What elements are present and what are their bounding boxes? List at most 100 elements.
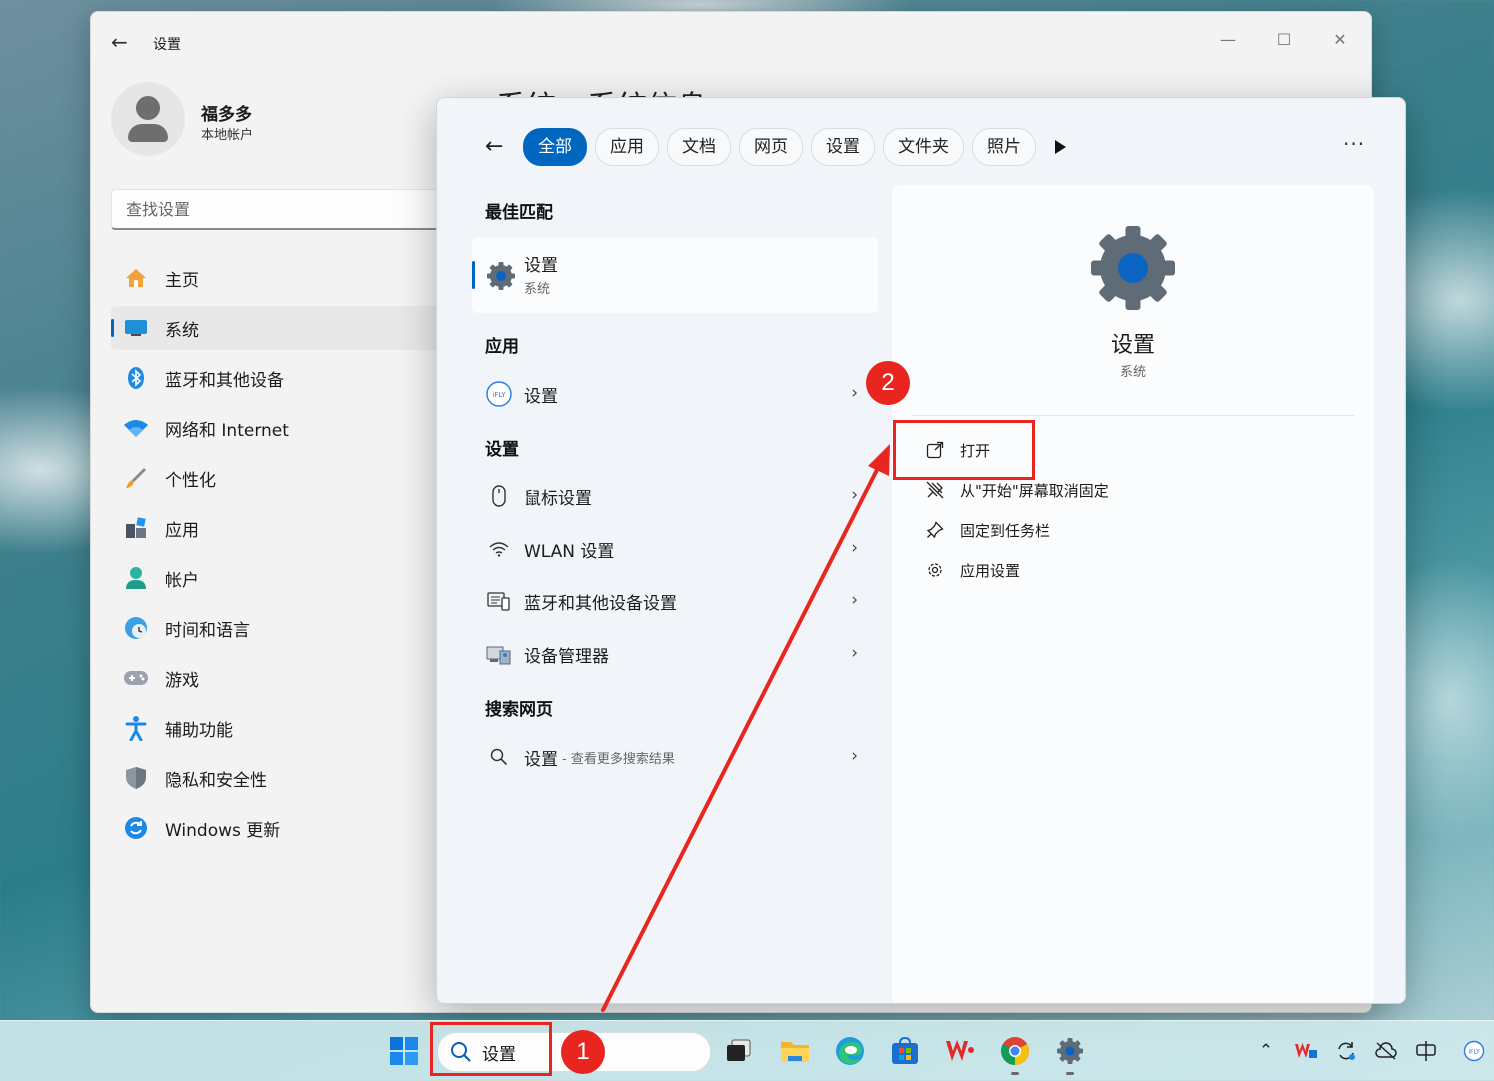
sidebar-item-home[interactable]: 主页 <box>111 256 451 300</box>
chevron-right-icon[interactable]: › <box>851 590 858 610</box>
gamepad-icon <box>123 665 149 691</box>
result-sub-label: - 查看更多搜索结果 <box>562 751 675 767</box>
wps-button[interactable] <box>942 1033 978 1069</box>
chrome-icon <box>1001 1037 1029 1065</box>
sidebar-item-label: 时间和语言 <box>165 620 250 641</box>
action-pin-taskbar[interactable]: 固定到任务栏 <box>924 515 1050 545</box>
store-button[interactable] <box>887 1033 923 1069</box>
more-filters-play-icon[interactable] <box>1055 140 1066 154</box>
filter-tab-photos[interactable]: 照片 <box>972 128 1036 166</box>
sidebar-item-label: 主页 <box>165 270 199 291</box>
store-icon <box>892 1036 918 1064</box>
system-icon <box>123 315 149 341</box>
sidebar-item-accounts[interactable]: 帐户 <box>111 556 451 600</box>
sidebar-item-gaming[interactable]: 游戏 <box>111 656 451 700</box>
back-button[interactable]: ← <box>111 32 133 54</box>
filter-tab-documents[interactable]: 文档 <box>667 128 731 166</box>
sidebar-item-personalization[interactable]: 个性化 <box>111 456 451 500</box>
close-button[interactable]: ✕ <box>1317 22 1363 58</box>
filter-tab-all[interactable]: 全部 <box>523 128 587 166</box>
svg-text:iFLY: iFLY <box>492 391 506 399</box>
settings-result-device-manager[interactable]: 设备管理器 › <box>472 632 878 676</box>
best-match-result[interactable]: 设置 系统 <box>472 237 878 313</box>
sidebar-nav: 主页 系统 蓝牙和其他设备 网络和 Internet 个性化 应用 帐户 时间和… <box>111 256 451 856</box>
step-badge-2: 2 <box>866 361 910 405</box>
sidebar-item-accessibility[interactable]: 辅助功能 <box>111 706 451 750</box>
sidebar-item-label: 个性化 <box>165 470 216 491</box>
sidebar-item-network[interactable]: 网络和 Internet <box>111 406 451 450</box>
windows-logo-icon <box>390 1037 418 1065</box>
app-result-settings[interactable]: iFLY 设置 › <box>472 372 878 416</box>
pin-icon <box>924 519 946 541</box>
wps-tray-icon[interactable] <box>1292 1037 1320 1065</box>
settings-result-mouse[interactable]: 鼠标设置 › <box>472 474 878 518</box>
avatar-body-shape <box>128 124 168 142</box>
settings-result-bluetooth-devices[interactable]: 蓝牙和其他设备设置 › <box>472 579 878 623</box>
bluetooth-icon <box>123 365 149 391</box>
minimize-button[interactable]: — <box>1205 22 1251 58</box>
maximize-button[interactable]: ☐ <box>1261 22 1307 58</box>
settings-search-box <box>111 189 453 230</box>
chevron-right-icon[interactable]: › <box>851 383 858 403</box>
filter-tab-web[interactable]: 网页 <box>739 128 803 166</box>
action-label: 应用设置 <box>960 561 1021 580</box>
action-app-settings[interactable]: 应用设置 <box>924 555 1020 585</box>
sidebar-item-system[interactable]: 系统 <box>111 306 451 350</box>
settings-gear-icon <box>1091 226 1175 310</box>
sync-icon[interactable] <box>1332 1037 1360 1065</box>
divider <box>912 415 1354 416</box>
cloud-offline-icon[interactable] <box>1372 1037 1400 1065</box>
filter-tab-apps[interactable]: 应用 <box>595 128 659 166</box>
sidebar-item-label: 网络和 Internet <box>165 420 289 441</box>
settings-result-wlan[interactable]: WLAN 设置 › <box>472 527 878 571</box>
show-hidden-icons-button[interactable]: ⌃ <box>1252 1037 1280 1065</box>
sidebar-item-apps[interactable]: 应用 <box>111 506 451 550</box>
sidebar-item-label: 隐私和安全性 <box>165 770 267 791</box>
device-manager-icon <box>486 641 512 667</box>
chevron-right-icon[interactable]: › <box>851 485 858 505</box>
detail-subtitle: 系统 <box>1119 365 1146 380</box>
wps-icon <box>946 1040 974 1061</box>
edge-icon <box>836 1037 864 1065</box>
action-label: 固定到任务栏 <box>960 521 1051 540</box>
chrome-button[interactable] <box>997 1033 1033 1075</box>
input-method-icon[interactable] <box>1412 1037 1440 1065</box>
task-view-button[interactable] <box>721 1033 757 1069</box>
profile-account-type: 本地帐户 <box>201 128 254 143</box>
sidebar-item-label: 蓝牙和其他设备 <box>165 370 284 391</box>
sidebar-item-privacy[interactable]: 隐私和安全性 <box>111 756 451 800</box>
chevron-right-icon[interactable]: › <box>851 643 858 663</box>
devices-icon <box>486 588 512 614</box>
chevron-right-icon[interactable]: › <box>851 538 858 558</box>
sidebar-item-label: 系统 <box>165 320 199 341</box>
search-icon <box>486 744 512 770</box>
apps-icon <box>123 515 149 541</box>
sidebar-item-time-language[interactable]: 时间和语言 <box>111 606 451 650</box>
clock-globe-icon <box>123 615 149 641</box>
settings-taskbar-button[interactable] <box>1052 1033 1088 1075</box>
sidebar-item-label: Windows 更新 <box>165 820 281 841</box>
result-label: 设置 <box>524 749 558 770</box>
ifly-tray-icon[interactable]: iFLY <box>1460 1037 1488 1065</box>
file-explorer-button[interactable] <box>777 1033 813 1069</box>
more-options-icon[interactable]: ··· <box>1343 132 1365 156</box>
profile-name: 福多多 <box>201 105 252 125</box>
edge-button[interactable] <box>832 1033 868 1069</box>
unpin-icon <box>924 479 946 501</box>
start-button[interactable] <box>386 1033 422 1069</box>
filter-tab-settings[interactable]: 设置 <box>811 128 875 166</box>
sidebar-item-windows-update[interactable]: Windows 更新 <box>111 806 451 850</box>
filter-tab-folders[interactable]: 文件夹 <box>883 128 964 166</box>
accessibility-icon <box>123 715 149 741</box>
settings-gear-icon <box>1057 1038 1083 1064</box>
search-back-button[interactable]: ← <box>485 134 503 159</box>
annotation-box-open <box>893 420 1035 480</box>
web-search-result[interactable]: 设置 - 查看更多搜索结果 › <box>472 735 878 779</box>
sidebar-item-label: 游戏 <box>165 670 199 691</box>
chevron-right-icon[interactable]: › <box>851 746 858 766</box>
settings-search-input[interactable] <box>124 190 428 228</box>
app-title: 设置 <box>153 37 181 53</box>
section-settings: 设置 <box>485 440 519 460</box>
avatar[interactable] <box>111 82 185 156</box>
sidebar-item-bluetooth[interactable]: 蓝牙和其他设备 <box>111 356 451 400</box>
